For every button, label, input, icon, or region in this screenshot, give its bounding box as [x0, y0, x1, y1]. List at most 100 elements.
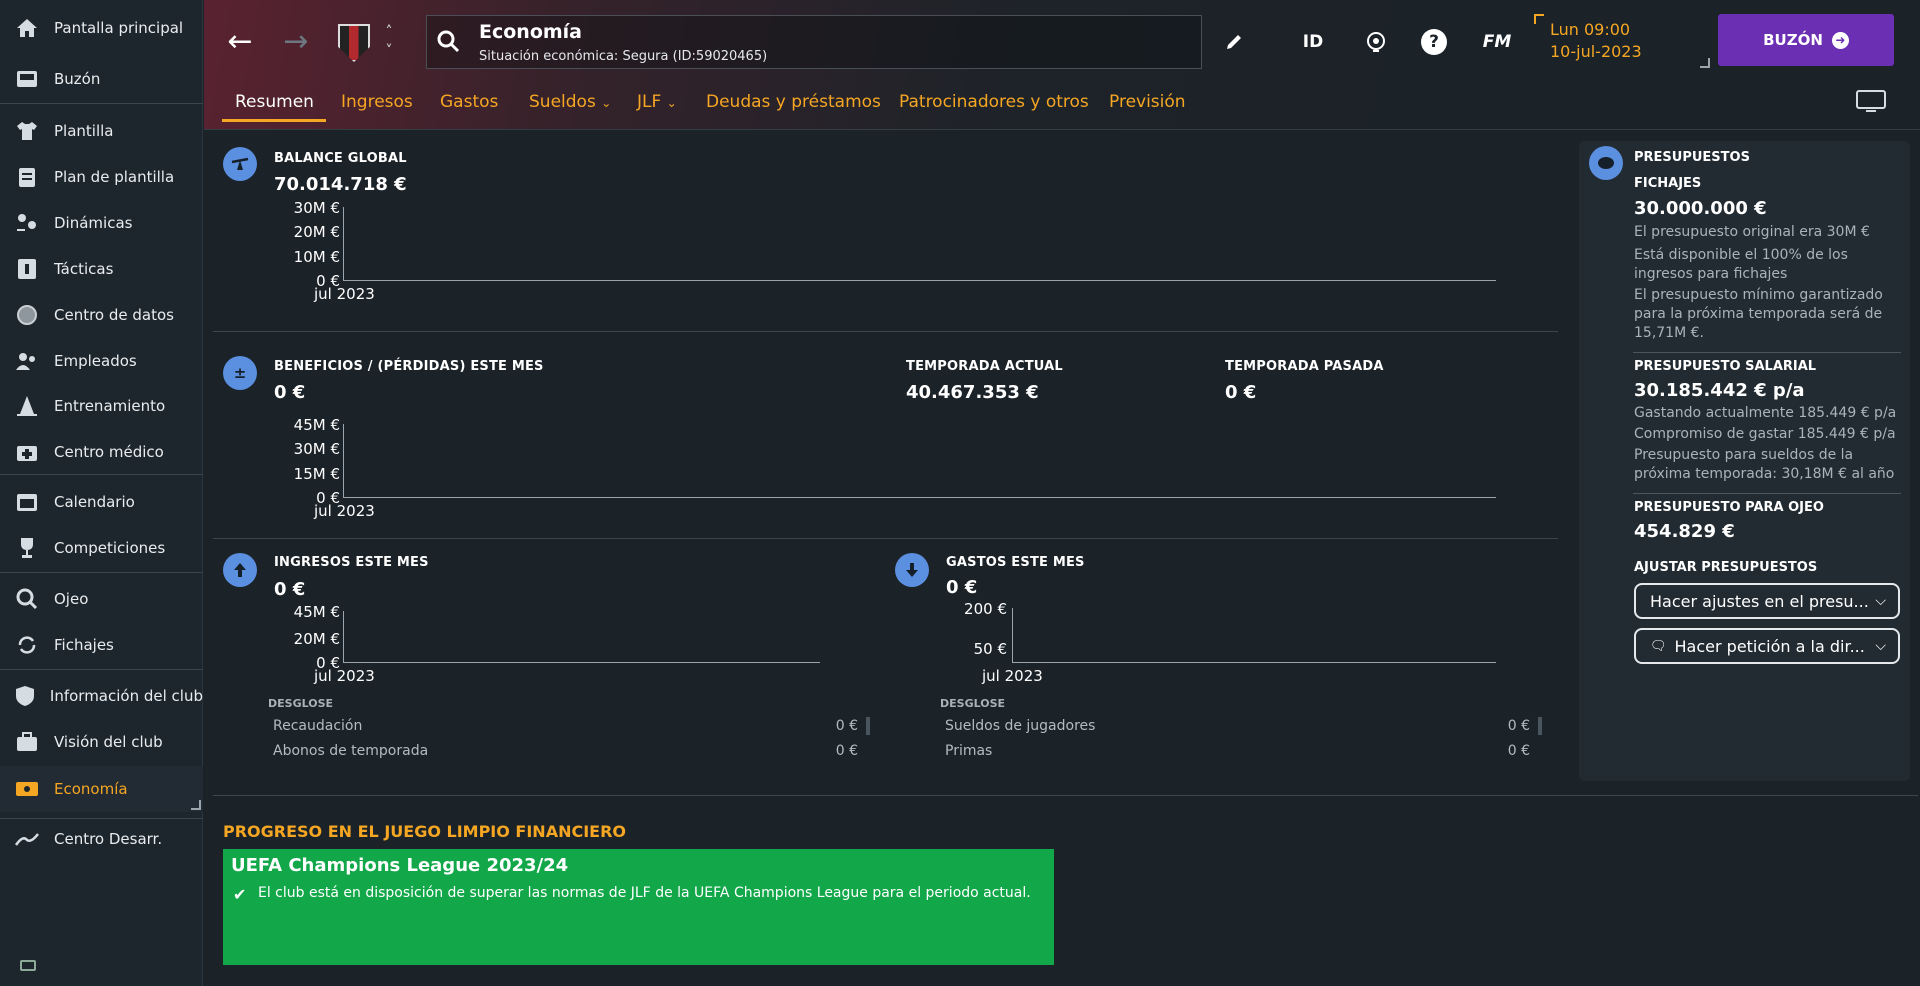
sidebar-item-club-info[interactable]: Información del club	[0, 676, 203, 716]
sidebar-item-competitions[interactable]: Competiciones	[0, 528, 203, 568]
sidebar-item-medical[interactable]: Centro médico	[0, 432, 203, 472]
sidebar-item-inbox[interactable]: Buzón	[0, 59, 203, 99]
money-small-icon[interactable]	[20, 960, 36, 971]
tab-summary[interactable]: Resumen	[235, 92, 314, 112]
board-request-label: Hacer petición a la dir...	[1674, 636, 1865, 656]
inbox-button-label: BUZÓN	[1763, 31, 1823, 49]
income-value: 0 €	[274, 579, 306, 600]
chevron-up-icon[interactable]: ˄	[382, 25, 396, 39]
sidebar-item-tactics[interactable]: Tácticas	[0, 249, 203, 289]
sidebar-item-label: Buzón	[54, 70, 101, 88]
id-icon[interactable]: ID	[1298, 26, 1328, 58]
sidebar-item-label: Visión del club	[54, 733, 163, 751]
breakdown-title: DESGLOSE	[940, 697, 1006, 710]
y-axis	[343, 207, 344, 280]
sidebar-item-transfers[interactable]: Fichajes	[0, 625, 203, 665]
scouting-budget-title: PRESUPUESTO PARA OJEO	[1634, 500, 1824, 515]
sidebar-item-dynamics[interactable]: Dinámicas	[0, 203, 203, 243]
sidebar-item-label: Economía	[54, 780, 128, 798]
tab-forecast[interactable]: Previsión	[1109, 92, 1186, 112]
x-tick: jul 2023	[314, 285, 375, 303]
club-crest-icon[interactable]	[338, 24, 370, 62]
tab-sponsors[interactable]: Patrocinadores y otros	[899, 92, 1089, 112]
sidebar-separator	[0, 669, 203, 670]
sidebar-item-finances[interactable]: Economía	[0, 766, 203, 812]
breakdown-row-label: Abonos de temporada	[273, 743, 429, 759]
wage-budget-note: Compromiso de gastar 185.449 € p/a	[1634, 426, 1896, 442]
breakdown-bar	[866, 717, 870, 735]
help-icon[interactable]: ?	[1419, 26, 1449, 58]
forward-arrow-icon[interactable]: →	[280, 26, 312, 58]
breakdown-row-value: 0 €	[1507, 718, 1530, 734]
tab-expenses[interactable]: Gastos	[440, 92, 498, 112]
past-season-title: TEMPORADA PASADA	[1225, 359, 1384, 374]
arrow-down-icon	[895, 553, 929, 587]
board-request-dropdown[interactable]: 🗨 Hacer petición a la dir... ⌵	[1634, 628, 1900, 664]
ffp-competition-title: UEFA Champions League 2023/24	[231, 855, 569, 876]
staff-icon	[14, 349, 40, 373]
tab-income[interactable]: Ingresos	[341, 92, 413, 112]
sidebar-item-label: Información del club	[49, 687, 203, 705]
monitor-icon[interactable]	[1856, 90, 1886, 114]
wage-budget-value: 30.185.442 € p/a	[1634, 380, 1805, 401]
y-tick: 20M €	[293, 223, 340, 241]
game-date: 10-jul-2023	[1550, 42, 1642, 61]
chevron-down-icon[interactable]: ˅	[382, 44, 396, 58]
sidebar-item-label: Competiciones	[54, 539, 166, 557]
shield-icon	[14, 684, 36, 708]
sidebar-item-data-hub[interactable]: Centro de datos	[0, 295, 203, 335]
chevron-down-icon: ⌄	[666, 96, 677, 110]
sidebar-item-squad-plan[interactable]: Plan de plantilla	[0, 157, 203, 197]
growth-chart-icon	[14, 827, 40, 851]
fm-icon[interactable]: FM	[1480, 26, 1514, 58]
page-subtitle: Situación económica: Segura (ID:59020465…	[479, 49, 768, 64]
sidebar-item-club-vision[interactable]: Visión del club	[0, 722, 203, 762]
sidebar-item-calendar[interactable]: Calendario	[0, 482, 203, 522]
balance-scale-icon	[223, 147, 257, 181]
sidebar-item-squad[interactable]: Plantilla	[0, 111, 203, 151]
y-axis	[343, 611, 344, 662]
y-tick: 15M €	[293, 465, 340, 483]
back-arrow-icon[interactable]: ←	[224, 26, 256, 58]
adjust-budget-dropdown[interactable]: Hacer ajustes en el presu... ⌵	[1634, 583, 1900, 619]
tab-wages-label: Sueldos	[529, 92, 596, 112]
y-tick: 50 €	[973, 640, 1007, 658]
ffp-message: El club está en disposición de superar l…	[258, 885, 1031, 901]
sidebar-item-label: Centro Desarr.	[54, 830, 163, 848]
plus-minus-icon: ±	[223, 356, 257, 390]
search-box[interactable]: Economía Situación económica: Segura (ID…	[426, 15, 1202, 69]
speech-bubble-icon: 🗨	[1650, 638, 1667, 654]
sidebar-item-home[interactable]: Pantalla principal	[0, 8, 203, 48]
sidebar-item-training[interactable]: Entrenamiento	[0, 386, 203, 426]
active-tab-underline	[222, 119, 326, 122]
adjust-budget-label: Hacer ajustes en el presu...	[1650, 591, 1869, 611]
sidebar-item-label: Plan de plantilla	[54, 168, 175, 186]
section-divider	[213, 331, 1558, 332]
sidebar-item-staff[interactable]: Empleados	[0, 341, 203, 381]
sidebar-separator	[0, 103, 203, 104]
sidebar-item-development-centre[interactable]: Centro Desarr.	[0, 819, 203, 859]
checkmark-icon: ✔	[233, 885, 247, 904]
y-tick: 200 €	[964, 600, 1007, 618]
globe-icon[interactable]	[1361, 26, 1391, 58]
sidebar-item-label: Plantilla	[54, 122, 114, 140]
breakdown-row-value: 0 €	[835, 743, 858, 759]
transfer-budget-note: El presupuesto original era 30M €	[1634, 224, 1870, 240]
y-axis	[1012, 608, 1013, 662]
tab-ffp-label: JLF	[637, 92, 662, 112]
tab-wages[interactable]: Sueldos ⌄	[529, 92, 611, 112]
briefcase-icon	[14, 730, 40, 754]
sidebar-item-label: Tácticas	[54, 260, 114, 278]
tab-ffp[interactable]: JLF ⌄	[637, 92, 677, 112]
magnifier-icon	[14, 587, 40, 611]
sidebar-item-scouting[interactable]: Ojeo	[0, 579, 203, 619]
date-time-box[interactable]: Lun 09:00 10-jul-2023	[1534, 14, 1710, 68]
shirt-icon	[14, 119, 40, 143]
inbox-button[interactable]: BUZÓN ➜	[1718, 14, 1894, 66]
balance-title: BALANCE GLOBAL	[274, 151, 407, 166]
pencil-icon[interactable]	[1220, 26, 1248, 58]
sidebar-item-label: Entrenamiento	[54, 397, 166, 415]
page-title: Economía	[479, 21, 583, 43]
piggy-bank-icon	[1589, 146, 1623, 180]
tab-debts-loans[interactable]: Deudas y préstamos	[706, 92, 881, 112]
